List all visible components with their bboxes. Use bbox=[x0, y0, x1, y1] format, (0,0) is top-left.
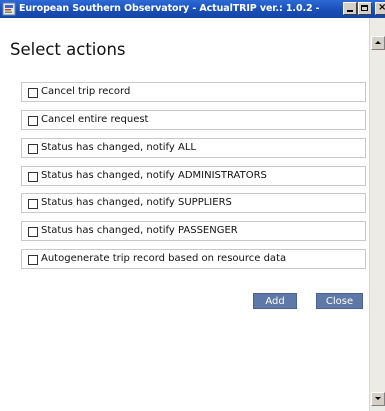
checkbox[interactable] bbox=[28, 88, 38, 98]
checkbox[interactable] bbox=[28, 227, 38, 237]
action-row-notify-suppliers[interactable]: Status has changed, notify SUPPLIERS bbox=[21, 193, 366, 213]
action-label: Status has changed, notify ALL bbox=[41, 142, 196, 153]
minimize-icon bbox=[347, 10, 353, 12]
checkbox[interactable] bbox=[28, 199, 38, 209]
action-row-cancel-trip[interactable]: Cancel trip record bbox=[21, 82, 366, 102]
checkbox[interactable] bbox=[28, 172, 38, 182]
action-row-notify-administrators[interactable]: Status has changed, notify ADMINISTRATOR… bbox=[21, 166, 366, 186]
action-label: Status has changed, notify ADMINISTRATOR… bbox=[41, 170, 267, 181]
action-label: Cancel trip record bbox=[41, 86, 131, 97]
action-row-cancel-request[interactable]: Cancel entire request bbox=[21, 110, 366, 130]
minimize-button[interactable] bbox=[343, 2, 357, 15]
dialog-content: Select actions Cancel trip record Cancel… bbox=[0, 18, 369, 411]
scroll-up-button[interactable] bbox=[371, 36, 385, 50]
page-title: Select actions bbox=[10, 40, 126, 59]
checkbox[interactable] bbox=[28, 144, 38, 154]
action-row-autogenerate[interactable]: Autogenerate trip record based on resour… bbox=[21, 249, 366, 269]
window-title: European Southern Observatory - ActualTR… bbox=[19, 3, 319, 14]
action-label: Status has changed, notify SUPPLIERS bbox=[41, 197, 232, 208]
close-icon: × bbox=[378, 2, 385, 13]
close-button[interactable]: Close bbox=[316, 293, 363, 309]
maximize-button[interactable] bbox=[358, 2, 372, 15]
arrow-up-icon bbox=[375, 41, 381, 44]
action-label: Autogenerate trip record based on resour… bbox=[41, 253, 287, 264]
checkbox[interactable] bbox=[28, 116, 38, 126]
vertical-scrollbar[interactable] bbox=[369, 18, 385, 411]
add-button[interactable]: Add bbox=[253, 293, 297, 309]
action-label: Status has changed, notify PASSENGER bbox=[41, 225, 238, 236]
scroll-down-button[interactable] bbox=[371, 392, 385, 406]
maximize-icon bbox=[361, 5, 368, 11]
checkbox[interactable] bbox=[28, 255, 38, 265]
action-label: Cancel entire request bbox=[41, 114, 149, 125]
arrow-down-icon bbox=[375, 397, 381, 400]
window-titlebar[interactable]: European Southern Observatory - ActualTR… bbox=[0, 0, 385, 18]
app-icon bbox=[2, 2, 16, 16]
close-window-button[interactable]: × bbox=[375, 2, 385, 15]
action-row-notify-passenger[interactable]: Status has changed, notify PASSENGER bbox=[21, 221, 366, 241]
action-row-notify-all[interactable]: Status has changed, notify ALL bbox=[21, 138, 366, 158]
